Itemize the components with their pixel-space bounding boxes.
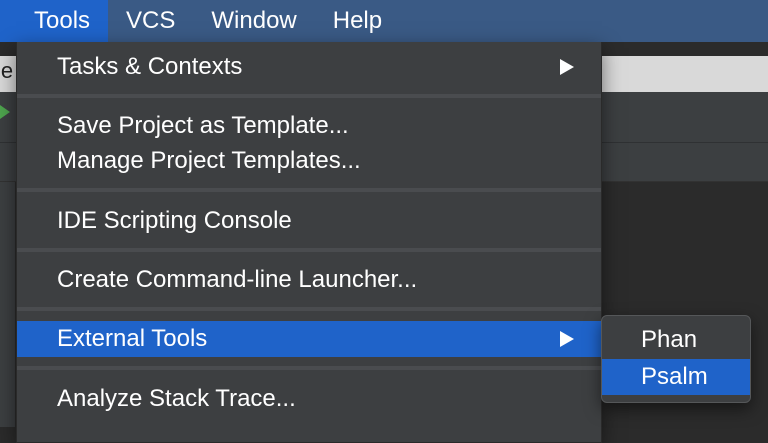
submenu-item-phan[interactable]: Phan	[602, 322, 750, 358]
menu-item-tasks-contexts[interactable]: Tasks & Contexts	[17, 49, 601, 85]
menu-item-label: Analyze Stack Trace...	[57, 385, 296, 412]
menu-item-ide-scripting-console[interactable]: IDE Scripting Console	[17, 203, 601, 239]
menu-separator	[17, 94, 601, 98]
menu-item-label: Manage Project Templates...	[57, 147, 361, 174]
background-window-title: le	[0, 58, 14, 83]
menubar-help[interactable]: Help	[315, 0, 400, 42]
tools-menu: Tasks & Contexts Save Project as Templat…	[16, 42, 602, 443]
menu-item-label: Save Project as Template...	[57, 112, 349, 139]
menubar-tools[interactable]: Tools	[0, 0, 109, 42]
menu-item-create-command-line-launcher[interactable]: Create Command-line Launcher...	[17, 262, 601, 298]
menubar-vcs[interactable]: VCS	[108, 0, 193, 42]
external-tools-submenu: Phan Psalm	[601, 315, 751, 403]
background-side-panel	[0, 182, 15, 427]
menu-item-label: Tasks & Contexts	[57, 53, 243, 80]
submenu-item-label: Phan	[641, 326, 698, 353]
menu-item-label: IDE Scripting Console	[57, 207, 292, 234]
menu-item-save-project-as-template[interactable]: Save Project as Template...	[17, 108, 601, 144]
menubar-window[interactable]: Window	[193, 0, 314, 42]
menu-item-manage-project-templates[interactable]: Manage Project Templates...	[17, 143, 601, 179]
submenu-arrow-icon	[560, 59, 574, 75]
submenu-arrow-icon	[560, 331, 574, 347]
menu-separator	[17, 366, 601, 370]
menu-item-label: External Tools	[57, 325, 208, 352]
menu-item-analyze-stack-trace[interactable]: Analyze Stack Trace...	[17, 381, 601, 417]
run-icon[interactable]	[0, 105, 10, 119]
menu-item-external-tools[interactable]: External Tools	[17, 321, 601, 357]
menu-separator	[17, 307, 601, 311]
menu-item-label: Create Command-line Launcher...	[57, 266, 418, 293]
submenu-item-label: Psalm	[641, 363, 708, 390]
submenu-item-psalm[interactable]: Psalm	[602, 359, 750, 395]
menu-separator	[17, 188, 601, 192]
menu-separator	[17, 248, 601, 252]
menu-bar: Tools VCS Window Help	[0, 0, 768, 42]
